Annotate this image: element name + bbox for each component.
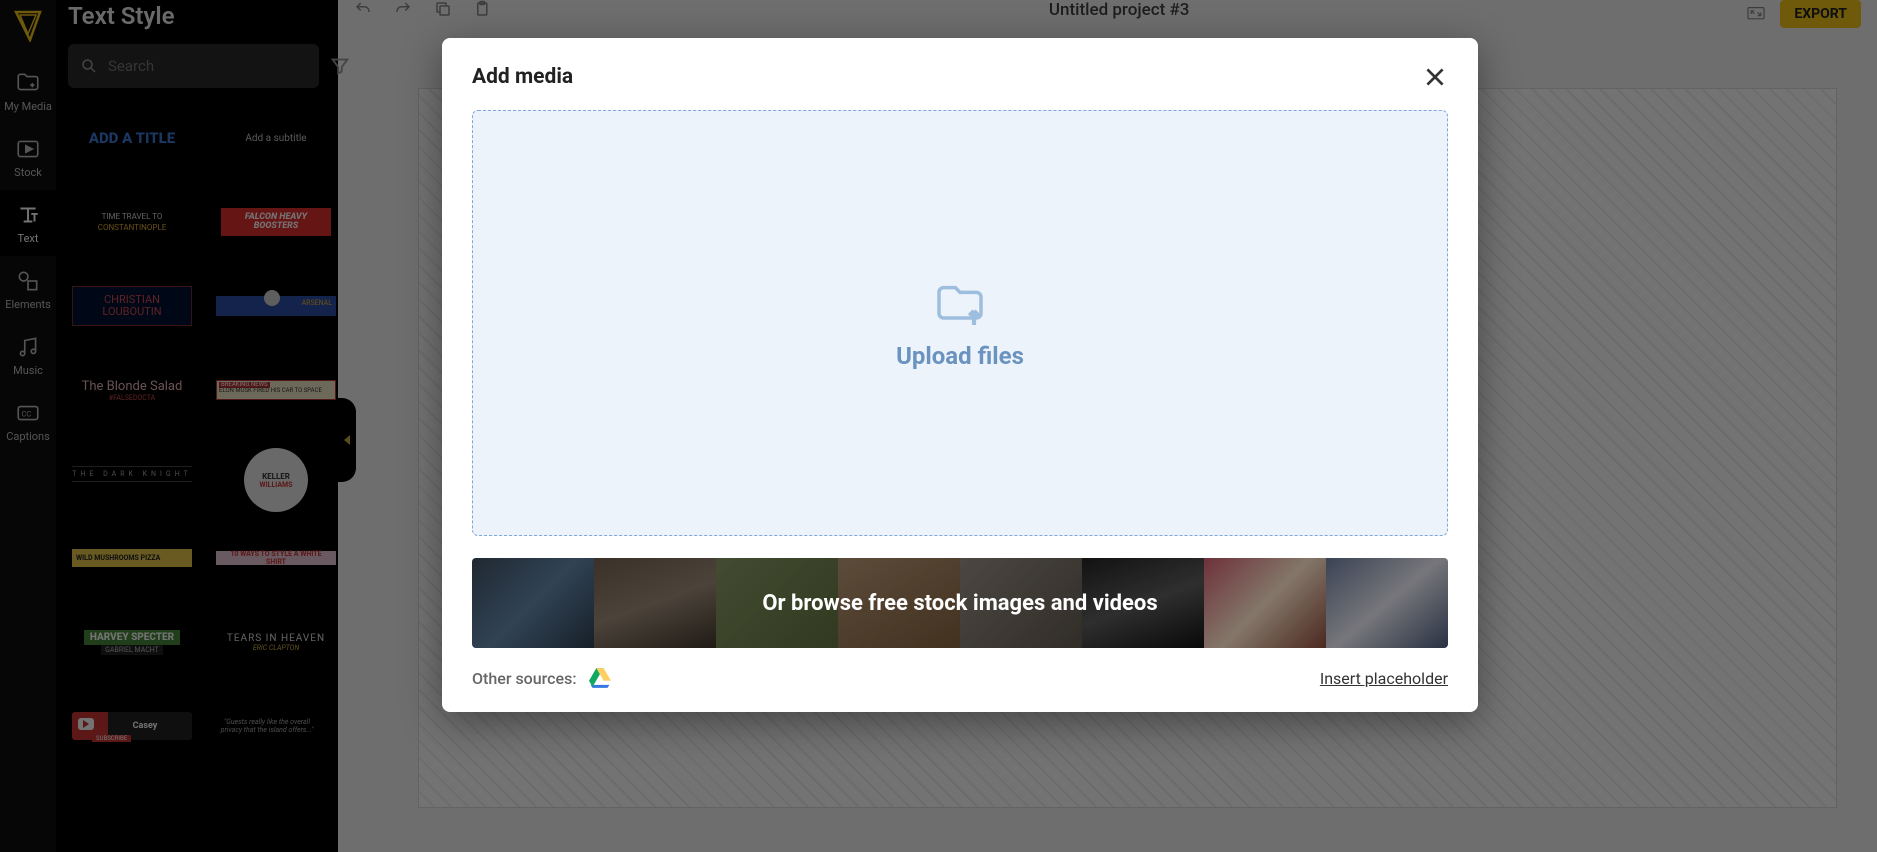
other-sources: Other sources: [472, 668, 611, 688]
google-drive-icon [589, 668, 611, 688]
close-button[interactable] [1422, 64, 1448, 90]
upload-label: Upload files [896, 342, 1024, 370]
stock-banner-label: Or browse free stock images and videos [472, 558, 1448, 648]
modal-title: Add media [472, 65, 573, 89]
close-icon [1422, 64, 1448, 90]
add-media-modal: Add media Upload files Or browse free st… [442, 38, 1478, 712]
browse-stock-banner[interactable]: Or browse free stock images and videos [472, 558, 1448, 648]
upload-dropzone[interactable]: Upload files [472, 110, 1448, 536]
google-drive-button[interactable] [589, 668, 611, 688]
other-sources-label: Other sources: [472, 669, 577, 688]
insert-placeholder-link[interactable]: Insert placeholder [1320, 669, 1448, 688]
upload-folder-icon [932, 276, 988, 332]
